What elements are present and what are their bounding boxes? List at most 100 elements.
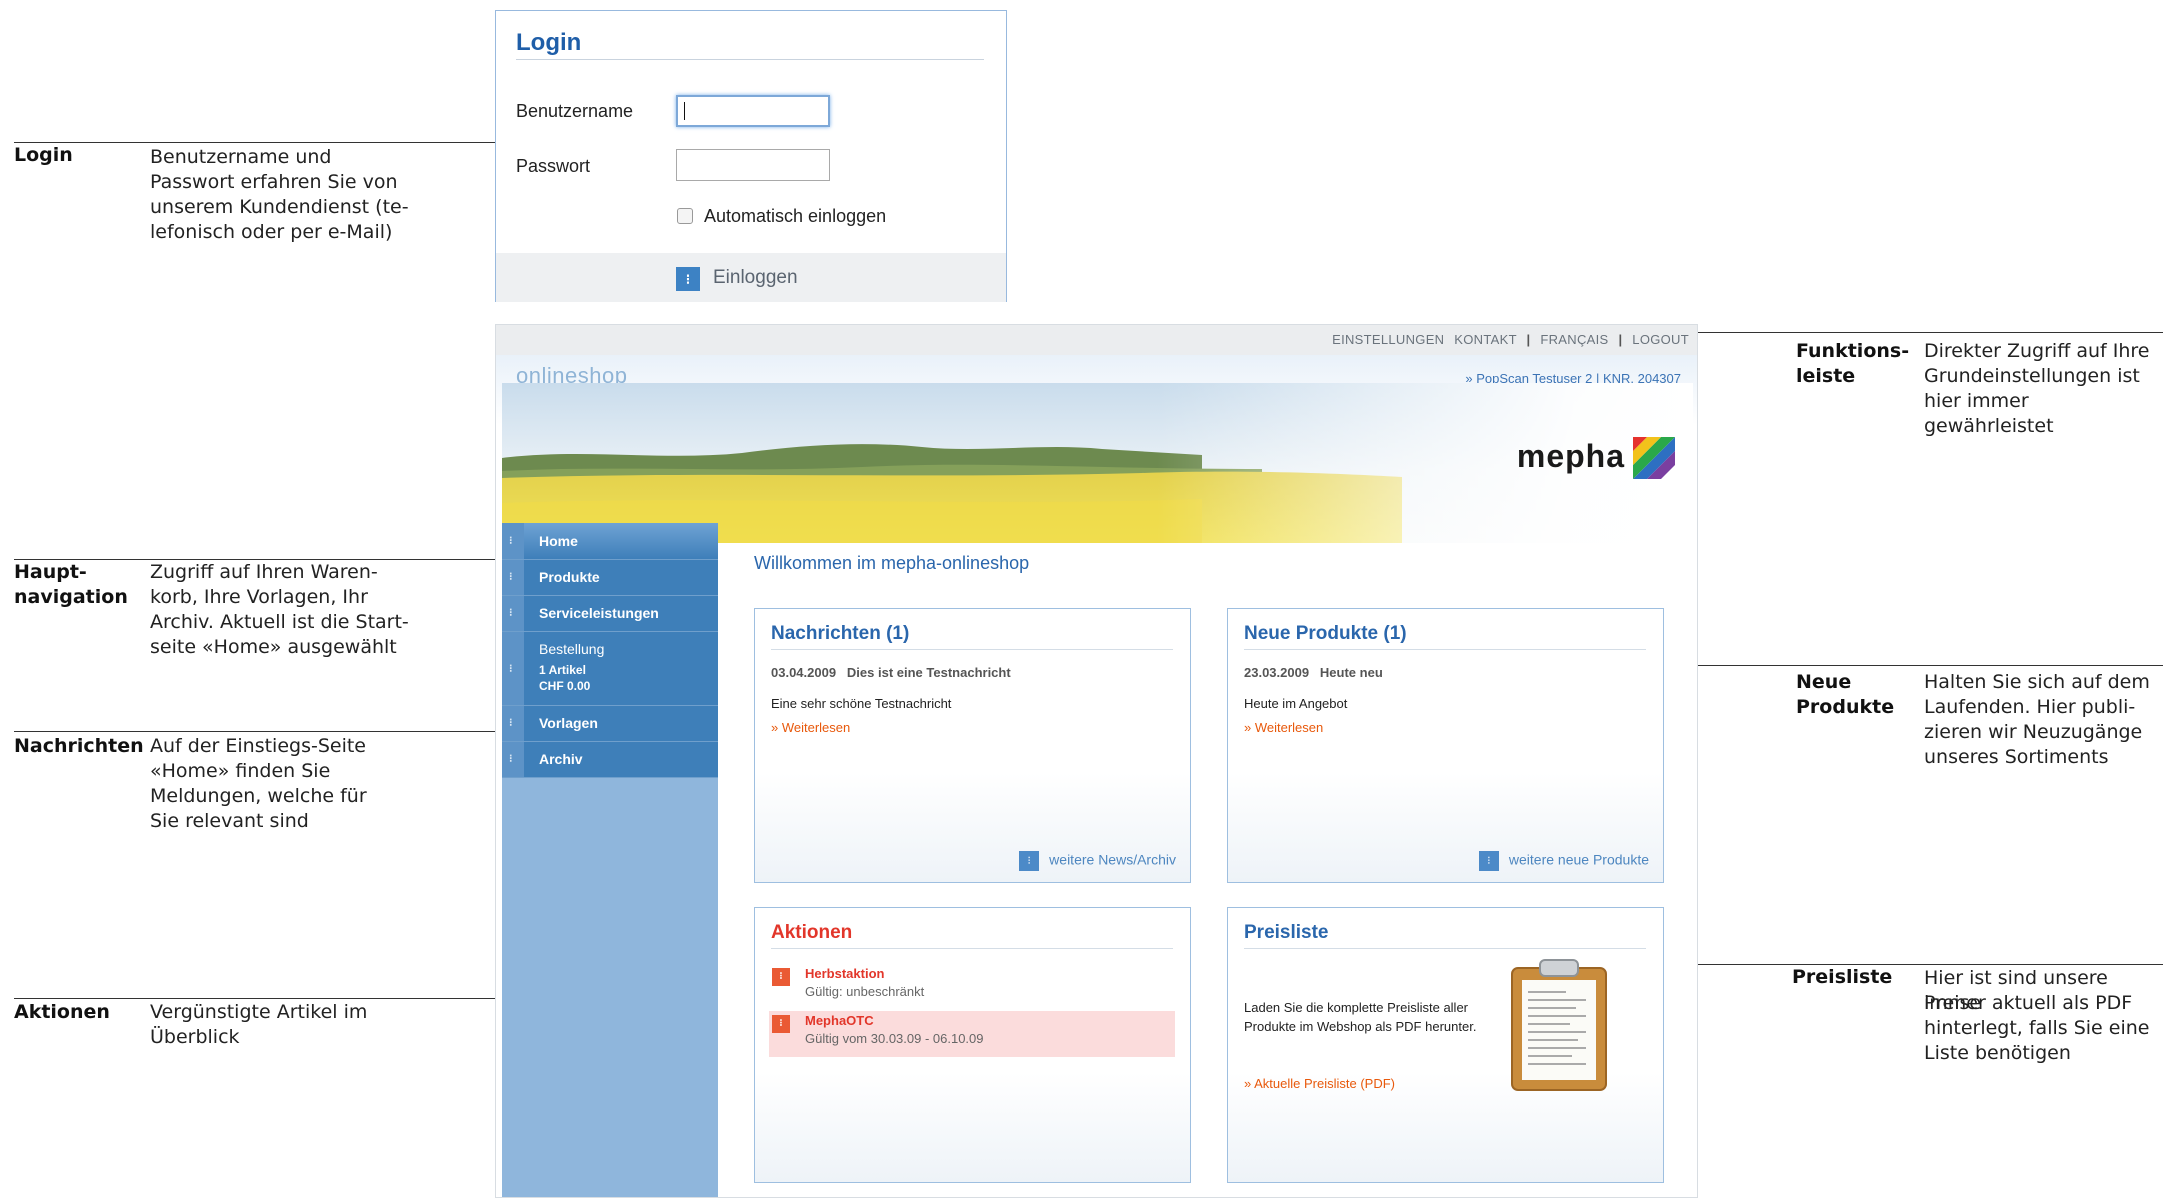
language-link[interactable]: FRANÇAIS bbox=[1540, 332, 1608, 347]
more-products-label: weitere neue Produkte bbox=[1508, 851, 1649, 868]
nav-label: Produkte bbox=[539, 569, 600, 585]
cart-items: 1 Artikel bbox=[539, 663, 586, 677]
shop-screen: EINSTELLUNGEN KONTAKT | FRANÇAIS | LOGOU… bbox=[495, 324, 1698, 1198]
text-cursor bbox=[684, 102, 685, 120]
annotation-title: Neue Produkte bbox=[1796, 671, 1895, 718]
nav-item-archive[interactable]: ⁝ Archiv bbox=[502, 742, 718, 778]
brand-name: mepha bbox=[1516, 438, 1625, 474]
actions-panel: Aktionen ⁝ Herbstaktion Gültig: unbeschr… bbox=[754, 907, 1191, 1183]
password-label: Passwort bbox=[516, 156, 591, 176]
panel-title: Preisliste bbox=[1244, 922, 1329, 943]
annotation-line: Direkter Zugriff auf Ihre bbox=[1924, 340, 2150, 362]
action-item[interactable]: ⁝ MephaOTC Gültig vom 30.03.09 - 06.10.0… bbox=[769, 1011, 1175, 1057]
read-more-link[interactable]: » Weiterlesen bbox=[771, 720, 850, 735]
nav-item-home[interactable]: ⁝ Home bbox=[502, 523, 718, 560]
read-more-link[interactable]: » Weiterlesen bbox=[1244, 720, 1323, 735]
bullet-icon: ⁝ bbox=[509, 663, 513, 675]
annotation-line: Zugriff auf Ihren Waren- bbox=[150, 561, 378, 583]
pricelist-text: Laden Sie die komplette Preisliste aller… bbox=[1244, 1000, 1477, 1034]
annotation-line: Laufenden. Hier publi- bbox=[1924, 696, 2136, 718]
pricelist-pdf-link[interactable]: » Aktuelle Preisliste (PDF) bbox=[1244, 1076, 1395, 1091]
clipboard-icon bbox=[1511, 959, 1607, 1091]
annotation-line: Sie relevant sind bbox=[150, 810, 309, 832]
action-validity: Gültig: unbeschränkt bbox=[805, 984, 925, 999]
news-body: Eine sehr schöne Testnachricht bbox=[771, 696, 952, 711]
panel-title: Aktionen bbox=[771, 922, 853, 943]
function-bar: EINSTELLUNGEN KONTAKT | FRANÇAIS | LOGOU… bbox=[496, 325, 1697, 355]
bullet-icon: ⁝ bbox=[509, 535, 513, 547]
nav-label: Vorlagen bbox=[539, 715, 598, 731]
annotation-title: Aktionen bbox=[14, 1001, 110, 1023]
cart-summary: 1 Artikel CHF 0.00 bbox=[539, 662, 590, 694]
nav-label: Bestellung bbox=[539, 641, 605, 657]
product-body: Heute im Angebot bbox=[1244, 696, 1348, 711]
login-title: Login bbox=[516, 29, 582, 56]
cart-total: CHF 0.00 bbox=[539, 679, 591, 693]
nav-item-services[interactable]: ⁝ Serviceleistungen bbox=[502, 596, 718, 632]
news-panel: Nachrichten (1) 03.04.2009 Dies ist eine… bbox=[754, 608, 1191, 883]
divider bbox=[1244, 649, 1646, 650]
bullet-icon: ⁝ bbox=[509, 753, 513, 765]
annotation-line: zieren wir Neuzugänge bbox=[1924, 721, 2143, 743]
bullet-icon: ⁝ bbox=[1019, 851, 1040, 871]
password-input[interactable] bbox=[676, 149, 830, 181]
annotation-line: Meldungen, welche für bbox=[150, 785, 367, 807]
pricelist-panel: Preisliste Laden Sie die komplette Preis… bbox=[1227, 907, 1664, 1183]
news-entry-header: 03.04.2009 Dies ist eine Testnachricht bbox=[771, 665, 1011, 680]
divider bbox=[1244, 948, 1646, 949]
contact-link[interactable]: KONTAKT bbox=[1454, 332, 1516, 347]
settings-link[interactable]: EINSTELLUNGEN bbox=[1332, 332, 1444, 347]
leader-line bbox=[14, 142, 576, 143]
annotation-title: Login bbox=[14, 144, 73, 166]
new-products-panel: Neue Produkte (1) 23.03.2009 Heute neu H… bbox=[1227, 608, 1664, 883]
more-products-link[interactable]: ⁝ weitere neue Produkte bbox=[1478, 851, 1649, 871]
login-footer: ⁝ Einloggen bbox=[496, 253, 1006, 302]
bullet-icon: ⁝ bbox=[509, 607, 513, 619]
nav-item-templates[interactable]: ⁝ Vorlagen bbox=[502, 706, 718, 742]
auto-login-label[interactable]: Automatisch einloggen bbox=[704, 206, 886, 227]
product-headline[interactable]: Heute neu bbox=[1320, 665, 1383, 680]
bullet-icon: ⁝ bbox=[1478, 851, 1499, 871]
annotation-line: Liste benötigen bbox=[1924, 1042, 2071, 1064]
login-dialog: Login Benutzername Passwort Automatisch … bbox=[495, 10, 1007, 302]
divider bbox=[771, 649, 1173, 650]
action-icon: ⁝ bbox=[772, 1015, 790, 1033]
welcome-heading: Willkommen im mepha-onlineshop bbox=[754, 553, 1030, 573]
annotation-line: seite «Home» ausgewählt bbox=[150, 636, 397, 658]
annotation-line: hier immer gewährleistet bbox=[1924, 390, 2054, 437]
action-name[interactable]: Herbstaktion bbox=[805, 966, 884, 981]
annotation-line: lefonisch oder per e-Mail) bbox=[150, 221, 393, 243]
annotation-line: Benutzername und bbox=[150, 146, 332, 168]
auto-login-checkbox[interactable] bbox=[677, 208, 693, 224]
annotation-title: Preisliste bbox=[1792, 966, 1893, 988]
annotation-title: Funktions- leiste bbox=[1796, 340, 1910, 387]
news-date: 03.04.2009 bbox=[771, 665, 837, 680]
action-icon: ⁝ bbox=[772, 968, 790, 986]
annotation-line: Grundeinstellungen ist bbox=[1924, 365, 2140, 387]
action-name[interactable]: MephaOTC bbox=[805, 1013, 874, 1028]
news-headline[interactable]: Dies ist eine Testnachricht bbox=[847, 665, 1011, 680]
annotation-line: Auf der Einstiegs-Seite bbox=[150, 735, 366, 757]
divider bbox=[771, 948, 1173, 949]
divider bbox=[516, 59, 984, 60]
nav-item-products[interactable]: ⁝ Produkte bbox=[502, 560, 718, 596]
annotation-line: unseres Sortiments bbox=[1924, 746, 2109, 768]
panel-title: Nachrichten (1) bbox=[771, 623, 910, 644]
annotation-line: korb, Ihre Vorlagen, Ihr bbox=[150, 586, 368, 608]
login-button-icon[interactable]: ⁝ bbox=[676, 267, 700, 291]
annotation-line: unserem Kundendienst (te- bbox=[150, 196, 409, 218]
logout-link[interactable]: LOGOUT bbox=[1632, 332, 1689, 347]
action-validity: Gültig vom 30.03.09 - 06.10.09 bbox=[805, 1031, 984, 1046]
more-news-link[interactable]: ⁝ weitere News/Archiv bbox=[1019, 851, 1176, 871]
more-news-label: weitere News/Archiv bbox=[1049, 851, 1176, 868]
bullet-icon: ⁝ bbox=[509, 571, 513, 583]
leader-line bbox=[1690, 332, 2163, 333]
login-button[interactable]: Einloggen bbox=[713, 267, 798, 289]
bullet-icon: ⁝ bbox=[509, 717, 513, 729]
username-input[interactable] bbox=[676, 95, 830, 127]
panel-title: Neue Produkte (1) bbox=[1244, 623, 1407, 644]
action-item[interactable]: ⁝ Herbstaktion Gültig: unbeschränkt bbox=[769, 964, 1175, 1010]
product-date: 23.03.2009 bbox=[1244, 665, 1310, 680]
nav-item-order[interactable]: ⁝ Bestellung 1 Artikel CHF 0.00 bbox=[502, 632, 718, 706]
annotation-line: immer aktuell als PDF bbox=[1924, 992, 2133, 1014]
